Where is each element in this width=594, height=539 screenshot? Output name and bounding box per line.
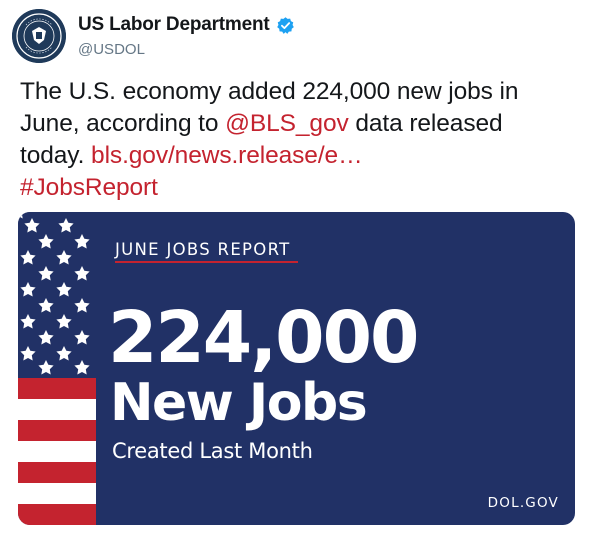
department-of-labor-seal-icon — [12, 9, 66, 63]
card-site-label: DOL.GOV — [487, 495, 559, 511]
card-sub-label: Created Last Month — [112, 439, 313, 463]
url-link[interactable]: bls.gov/news.release/e… — [91, 142, 363, 169]
verified-badge-icon — [276, 16, 294, 34]
display-name[interactable]: US Labor Department — [78, 14, 270, 36]
card-kicker: JUNE JOBS REPORT — [115, 240, 291, 259]
hashtag-link[interactable]: #JobsReport — [20, 174, 158, 201]
kicker-underline — [115, 261, 298, 263]
media-card[interactable]: JUNE JOBS REPORT 224,000 New Jobs Create… — [18, 212, 575, 525]
card-big-number: 224,000 — [108, 296, 419, 379]
avatar[interactable] — [12, 9, 66, 63]
tweet-text: The U.S. economy added 224,000 new jobs … — [20, 76, 580, 204]
american-flag-icon — [18, 212, 96, 525]
account-handle[interactable]: @USDOL — [78, 41, 145, 58]
card-big-label: New Jobs — [110, 373, 368, 433]
name-row: US Labor Department — [78, 14, 295, 36]
mention-link[interactable]: @BLS_gov — [225, 110, 349, 137]
tweet-header: US Labor Department @USDOL — [0, 0, 594, 70]
